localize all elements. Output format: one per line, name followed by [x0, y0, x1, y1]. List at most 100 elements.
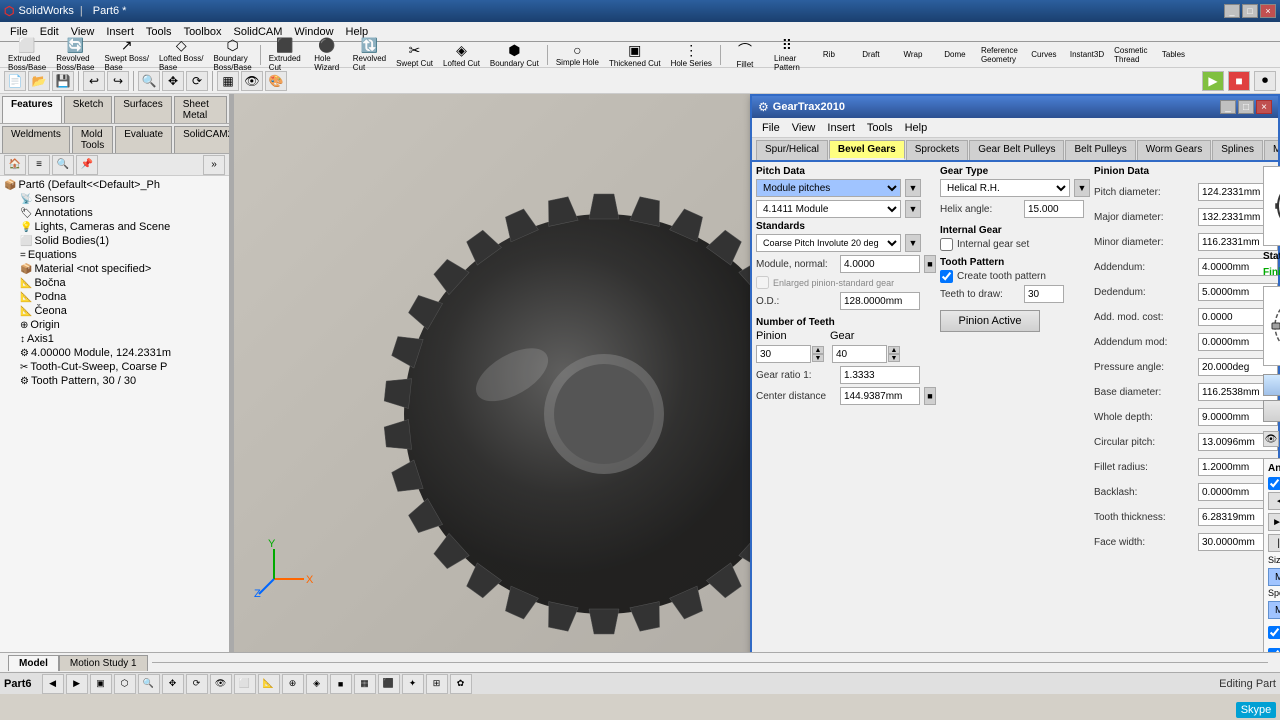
tab-solidcam[interactable]: SolidCAM2010 — [174, 126, 230, 153]
tb-extruded-boss[interactable]: ⬜ ExtrudedBoss/Base — [4, 34, 50, 75]
tab-mounting[interactable]: Mounting — [1264, 140, 1278, 160]
tab-spur-helical[interactable]: Spur/Helical — [756, 140, 828, 160]
tree-item-podna[interactable]: 📐 Podna — [18, 290, 227, 304]
tb2-pan[interactable]: ✥ — [162, 71, 184, 91]
bt-icon-3[interactable]: ▣ — [90, 674, 112, 694]
tb2-redo[interactable]: ↪ — [107, 71, 129, 91]
create-button[interactable]: Create — [1263, 374, 1280, 396]
tb-instant3d[interactable]: Instant3D — [1066, 47, 1108, 62]
tb-rib[interactable]: Rib — [809, 47, 849, 62]
tab-worm-gears[interactable]: Worm Gears — [1137, 140, 1212, 160]
panel-tb-pin[interactable]: 📌 — [76, 155, 98, 175]
dlg-menu-insert[interactable]: Insert — [821, 120, 861, 136]
bt-icon-14[interactable]: ▦ — [354, 674, 376, 694]
show-mesh-checkbox[interactable] — [1268, 477, 1280, 490]
pinion-down-btn[interactable]: ▼ — [812, 354, 824, 362]
dlg-menu-view[interactable]: View — [786, 120, 822, 136]
module-normal-btn[interactable]: ■ — [924, 255, 936, 273]
tb2-zoom[interactable]: 🔍 — [138, 71, 160, 91]
tb-wrap[interactable]: Wrap — [893, 47, 933, 62]
tb-draft[interactable]: Draft — [851, 47, 891, 62]
teeth-draw-input[interactable] — [1024, 285, 1064, 303]
minimize-button[interactable]: _ — [1224, 4, 1240, 18]
tree-item-annotations[interactable]: 🏷 Annotations — [18, 206, 227, 220]
tab-sheet-metal[interactable]: Sheet Metal — [174, 96, 227, 123]
tab-mold-tools[interactable]: Mold Tools — [72, 126, 113, 153]
tree-item-ceona[interactable]: 📐 Čeona — [18, 304, 227, 318]
tab-splines[interactable]: Splines — [1212, 140, 1263, 160]
gear-type-select[interactable]: Helical R.H. Helical L.H. Spur — [940, 179, 1070, 197]
tb-swept-cut[interactable]: ✂ Swept Cut — [392, 39, 437, 71]
tab-motion-study[interactable]: Motion Study 1 — [59, 655, 148, 671]
tree-item-axis1[interactable]: ↕ Axis1 — [18, 332, 227, 346]
tb-lofted-cut[interactable]: ◈ Lofted Cut — [439, 39, 484, 71]
bt-icon-4[interactable]: ⬡ — [114, 674, 136, 694]
tb2-section[interactable]: ▦ — [217, 71, 239, 91]
tb-linear-pattern[interactable]: ⠿ LinearPattern — [767, 34, 807, 75]
tree-item-sensors[interactable]: 📡 Sensors — [18, 192, 227, 206]
ratio-input[interactable] — [840, 366, 920, 384]
tb-simple-hole[interactable]: ○ Simple Hole — [552, 39, 603, 70]
pitch-type-btn[interactable]: ▼ — [905, 179, 921, 197]
tree-item-material[interactable]: 📦 Material <not specified> — [18, 262, 227, 276]
pinion-up-btn[interactable]: ▲ — [812, 346, 824, 354]
bt-icon-7[interactable]: ⟳ — [186, 674, 208, 694]
tb2-stop[interactable]: ■ — [1228, 71, 1250, 91]
panel-tb-search[interactable]: 🔍 — [52, 155, 74, 175]
create-pattern-checkbox[interactable] — [940, 270, 953, 283]
bt-icon-2[interactable]: ▶ — [66, 674, 88, 694]
tab-features[interactable]: Features — [2, 96, 62, 123]
tree-item-bocna[interactable]: 📐 Bočna — [18, 276, 227, 290]
bt-icon-12[interactable]: ◈ — [306, 674, 328, 694]
anim-pause-btn[interactable]: || — [1268, 534, 1280, 552]
tab-model[interactable]: Model — [8, 655, 59, 671]
dlg-menu-file[interactable]: File — [756, 120, 786, 136]
bt-icon-8[interactable]: 👁 — [210, 674, 232, 694]
tab-bevel-gears[interactable]: Bevel Gears — [829, 140, 905, 160]
bt-icon-10[interactable]: 📐 — [258, 674, 280, 694]
tab-surfaces[interactable]: Surfaces — [114, 96, 171, 123]
od-input[interactable] — [840, 292, 920, 310]
bt-icon-15[interactable]: ⬛ — [378, 674, 400, 694]
speed-select[interactable]: Medium Slow Fast — [1268, 601, 1280, 619]
dialog-close-btn[interactable]: × — [1256, 100, 1272, 114]
bt-icon-17[interactable]: ⊞ — [426, 674, 448, 694]
tab-sprockets[interactable]: Sprockets — [906, 140, 968, 160]
tb-thickened-cut[interactable]: ▣ Thickened Cut — [605, 39, 665, 71]
internal-gear-checkbox[interactable] — [940, 238, 953, 251]
viewport[interactable]: X Y Z ⚙ GearTrax2010 _ □ × File — [234, 94, 1280, 652]
exit-button[interactable]: Exit — [1263, 400, 1280, 422]
tab-evaluate[interactable]: Evaluate — [115, 126, 172, 153]
gear-type-btn[interactable]: ▼ — [1074, 179, 1090, 197]
bt-icon-5[interactable]: 🔍 — [138, 674, 160, 694]
panel-tb-collapse[interactable]: ≡ — [28, 155, 50, 175]
tab-belt-pulleys[interactable]: Belt Pulleys — [1065, 140, 1135, 160]
tree-item-lights[interactable]: 💡 Lights, Cameras and Scene — [18, 220, 227, 234]
pinion-teeth-input[interactable] — [756, 345, 811, 363]
tree-item-tooth-pattern[interactable]: ⚙ Tooth Pattern, 30 / 30 — [18, 374, 227, 388]
tree-item-tooth-cut[interactable]: ✂ Tooth-Cut-Sweep, Coarse P — [18, 360, 227, 374]
tb-boundary-cut[interactable]: ⬢ Boundary Cut — [486, 39, 543, 71]
tab-gear-belt-pulleys[interactable]: Gear Belt Pulleys — [969, 140, 1064, 160]
pitch-type-select[interactable]: Module pitches Diametral pitches — [756, 179, 901, 197]
tb-lofted-boss[interactable]: ◇ Lofted Boss/Base — [155, 34, 207, 75]
tb-swept-boss[interactable]: ↗ Swept Boss/Base — [101, 34, 153, 75]
tb-hole-series[interactable]: ⋮ Hole Series — [667, 39, 716, 71]
tb-revolved-cut[interactable]: 🔃 RevolvedCut — [349, 34, 390, 75]
panel-tb-expand[interactable]: » — [203, 155, 225, 175]
panel-tb-home[interactable]: 🏠 — [4, 155, 26, 175]
enlarged-checkbox[interactable] — [756, 276, 769, 289]
tb-reference-geometry[interactable]: ReferenceGeometry — [977, 43, 1022, 67]
tb-extruded-cut[interactable]: ⬛ ExtrudedCut — [265, 34, 305, 75]
tb-fillet[interactable]: ⌒ Fillet — [725, 37, 765, 72]
tb2-save[interactable]: 💾 — [52, 71, 74, 91]
tb2-open[interactable]: 📂 — [28, 71, 50, 91]
center-btn[interactable]: ■ — [924, 387, 936, 405]
bt-icon-16[interactable]: ✦ — [402, 674, 424, 694]
bt-icon-18[interactable]: ✿ — [450, 674, 472, 694]
tb-curves[interactable]: Curves — [1024, 47, 1064, 62]
close-button[interactable]: × — [1260, 4, 1276, 18]
standards-btn[interactable]: ▼ — [905, 234, 921, 252]
tb-cosmetic-thread[interactable]: CosmeticThread — [1110, 43, 1151, 67]
tb2-rotate[interactable]: ⟳ — [186, 71, 208, 91]
